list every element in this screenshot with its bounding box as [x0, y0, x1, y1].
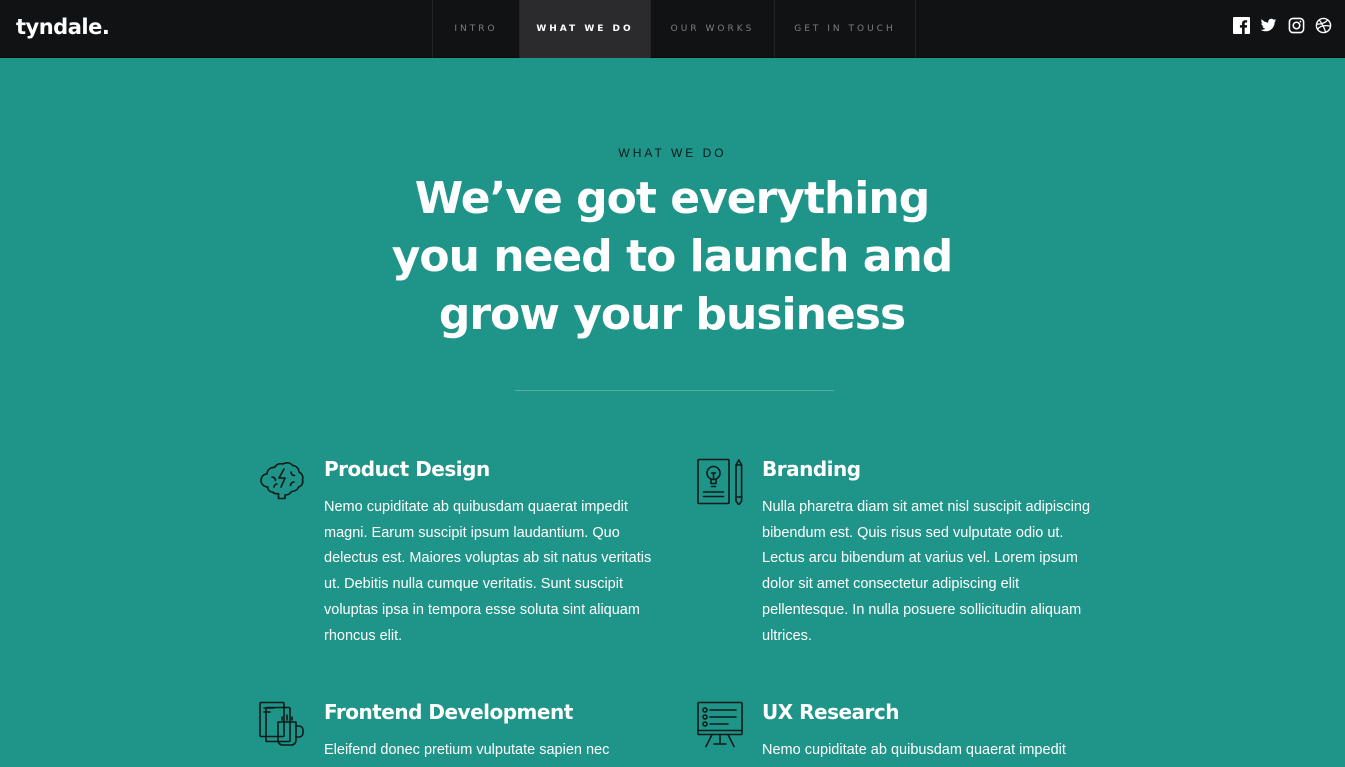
lightbulb-pencil-icon	[697, 458, 743, 505]
facebook-icon[interactable]	[1233, 17, 1250, 34]
dribbble-icon[interactable]	[1315, 17, 1332, 34]
section-headline: We’ve got everything you need to launch …	[391, 173, 954, 340]
service-title: Product Design	[324, 457, 490, 481]
section-divider	[515, 390, 834, 391]
service-title: UX Research	[762, 700, 900, 724]
logo[interactable]: tyndale.	[16, 15, 110, 39]
twitter-icon[interactable]	[1260, 17, 1277, 34]
nav-item-get-in-touch[interactable]: GET IN TOUCH	[775, 0, 916, 58]
brain-icon	[260, 462, 304, 500]
service-description: Nemo cupiditate ab quibusdam quaerat imp…	[324, 499, 652, 644]
main-nav: INTRO WHAT WE DO OUR WORKS GET IN TOUCH	[432, 0, 916, 58]
service-title: Frontend Development	[324, 700, 573, 724]
instagram-icon[interactable]	[1288, 17, 1305, 34]
top-navigation-bar: tyndale. INTRO WHAT WE DO OUR WORKS GET …	[0, 0, 1345, 58]
service-description: Nemo cupiditate ab quibusdam quaerat imp…	[762, 742, 1066, 758]
section-label: WHAT WE DO	[618, 146, 727, 160]
nav-item-intro[interactable]: INTRO	[433, 0, 520, 58]
service-description: Nulla pharetra diam sit amet nisl suscip…	[762, 499, 1091, 644]
service-title: Branding	[762, 457, 861, 481]
nav-item-our-works[interactable]: OUR WORKS	[651, 0, 775, 58]
presentation-board-icon	[697, 701, 743, 748]
documents-mug-icon	[259, 701, 304, 746]
nav-item-what-we-do[interactable]: WHAT WE DO	[520, 0, 651, 58]
service-description: Eleifend donec pretium vulputate sapien …	[324, 742, 610, 758]
